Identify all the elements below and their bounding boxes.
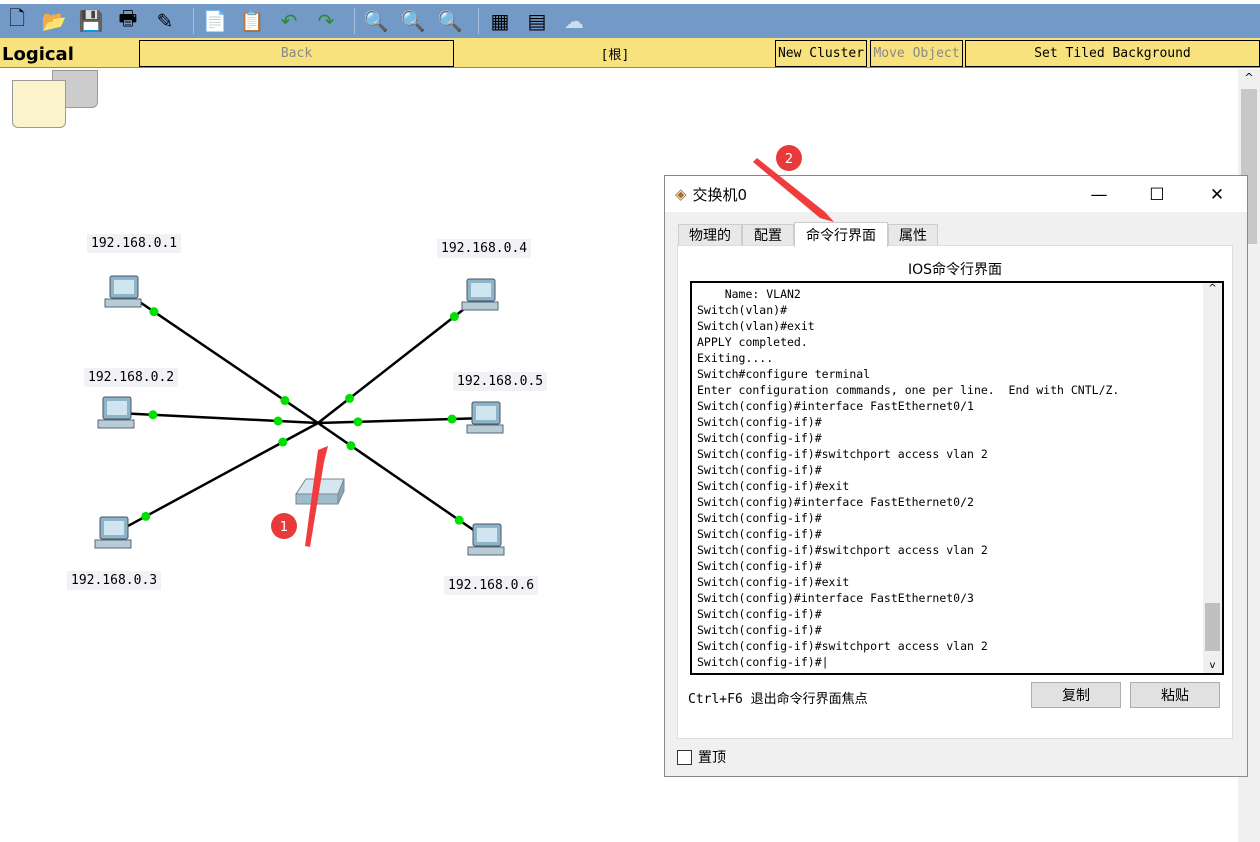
undo-icon[interactable]: ↶ [274, 6, 304, 36]
link-status-dot [346, 441, 356, 451]
pc-label: 192.168.0.3 [67, 571, 162, 590]
always-on-top-label: 置顶 [698, 750, 726, 766]
always-on-top-checkbox[interactable] [677, 749, 692, 765]
terminal-line: Switch(config-if)#switchport access vlan… [697, 543, 988, 557]
cloud-icon[interactable]: ☁ [559, 6, 589, 36]
terminal-line: Switch(config-if)#exit [697, 479, 850, 493]
terminal-line: Switch(config-if)# [697, 559, 822, 573]
pc-label: 192.168.0.4 [437, 239, 532, 258]
link-status-dot [447, 414, 457, 424]
nav-bar: Back [根] New Cluster Move Object Set Til… [0, 38, 1260, 68]
terminal-line: Switch#configure terminal [697, 367, 871, 381]
pc-label: 192.168.0.1 [87, 234, 182, 253]
logical-mode-label: Logical [2, 44, 74, 65]
copy-button[interactable]: 复制 [1031, 682, 1121, 708]
switch-dialog: ◈ 交换机0 — ☐ ✕ 物理的 配置 命令行界面 属性 IOS命令行界面 Na… [664, 175, 1248, 777]
redo-icon[interactable]: ↷ [311, 6, 341, 36]
terminal-line: Switch(config-if)# [697, 511, 822, 525]
terminal-line: Switch(config-if)# [697, 607, 822, 621]
terminal-line: Switch(config-if)#switchport access vlan… [697, 639, 988, 653]
terminal-line: Switch(config-if)# [697, 415, 822, 429]
tab-attributes[interactable]: 属性 [888, 224, 938, 246]
new-file-icon[interactable]: 🗋 [2, 6, 32, 36]
pc-icon[interactable] [466, 401, 504, 434]
close-button[interactable]: ✕ [1195, 180, 1239, 210]
pc-icon[interactable] [104, 275, 142, 308]
link-status-dot [148, 410, 158, 420]
divider [354, 8, 355, 34]
pc-icon[interactable] [97, 396, 135, 429]
link-status-dot [280, 396, 290, 406]
pc-label: 192.168.0.5 [453, 372, 548, 391]
edit-icon[interactable]: ✎ [150, 6, 180, 36]
pc-label: 192.168.0.6 [444, 576, 539, 595]
terminal-line: Switch(config-if)# [697, 527, 822, 541]
move-object-button[interactable]: Move Object [870, 40, 963, 67]
terminal-line: APPLY completed. [697, 335, 808, 349]
terminal-line: Exiting.... [697, 351, 774, 365]
pc-icon[interactable] [94, 516, 132, 549]
open-folder-icon[interactable]: 📂 [39, 6, 69, 36]
toolbar: 🗋 📂 💾 🖶 ✎ 📄 📋 ↶ ↷ 🔍 🔍 🔍 ▦ ▤ ☁ [0, 4, 1260, 38]
root-label: [根] [560, 40, 670, 67]
terminal-line: Switch(config)#interface FastEthernet0/3 [697, 591, 974, 605]
terminal-line: Switch(config-if)# [697, 431, 822, 445]
zoom-reset-icon[interactable]: 🔍 [398, 6, 428, 36]
terminal-line: Switch(config)#interface FastEthernet0/1 [697, 399, 974, 413]
link-status-dot [141, 511, 151, 521]
terminal-line: Enter configuration commands, one per li… [697, 383, 1120, 397]
tab-physical[interactable]: 物理的 [678, 224, 742, 246]
link-status-dot [149, 307, 159, 317]
focus-hint: Ctrl+F6 退出命令行界面焦点 [688, 692, 868, 707]
print-icon[interactable]: 🖶 [113, 6, 143, 36]
terminal-line: Switch(config-if)#| [697, 655, 829, 669]
cli-panel: IOS命令行界面 Name: VLAN2 Switch(vlan)# Switch(… [677, 245, 1233, 739]
save-icon[interactable]: 💾 [76, 6, 106, 36]
divider [478, 8, 479, 34]
link-status-dot [449, 312, 459, 322]
pc-icon[interactable] [461, 278, 499, 311]
terminal-line: Switch(config-if)#switchport access vlan… [697, 447, 988, 461]
switch-icon: ◈ [675, 185, 687, 203]
link-status-dot [345, 393, 355, 403]
paste-icon[interactable]: 📋 [237, 6, 267, 36]
network-link[interactable] [117, 411, 319, 425]
set-tiled-background-button[interactable]: Set Tiled Background [965, 40, 1260, 67]
link-status-dot [353, 417, 363, 427]
tab-config[interactable]: 配置 [742, 224, 794, 246]
maximize-button[interactable]: ☐ [1135, 180, 1179, 210]
paste-button[interactable]: 粘贴 [1130, 682, 1220, 708]
network-link[interactable] [317, 416, 488, 425]
terminal-scrollbar[interactable]: ^ v [1203, 283, 1222, 673]
tab-cli[interactable]: 命令行界面 [794, 222, 888, 247]
switch-icon[interactable] [295, 478, 345, 505]
pc-label: 192.168.0.2 [84, 368, 179, 387]
dialog-title: 交换机0 [692, 185, 748, 204]
terminal-line: Switch(config-if)# [697, 623, 822, 637]
cli-heading: IOS命令行界面 [907, 262, 1003, 278]
palette-icon[interactable]: ▦ [485, 6, 515, 36]
link-status-dot [454, 515, 464, 525]
zoom-in-icon[interactable]: 🔍 [361, 6, 391, 36]
link-status-dot [278, 437, 288, 447]
pc-icon[interactable] [467, 523, 505, 556]
device-icon[interactable]: ▤ [522, 6, 552, 36]
minimize-button[interactable]: — [1077, 180, 1121, 210]
terminal-line: Switch(config-if)# [697, 463, 822, 477]
terminal-line: Switch(vlan)# [697, 303, 788, 317]
new-cluster-button[interactable]: New Cluster [775, 40, 867, 67]
terminal-line: Name: VLAN2 [697, 287, 801, 301]
cli-terminal[interactable]: Name: VLAN2 Switch(vlan)# Switch(vlan)#exi… [690, 281, 1224, 675]
zoom-out-icon[interactable]: 🔍 [435, 6, 465, 36]
terminal-line: Switch(vlan)#exit [697, 319, 815, 333]
terminal-line: Switch(config-if)#exit [697, 575, 850, 589]
terminal-line: Switch(config)#interface FastEthernet0/2 [697, 495, 974, 509]
back-button[interactable]: Back [139, 40, 454, 67]
divider [193, 8, 194, 34]
copy-icon[interactable]: 📄 [200, 6, 230, 36]
link-status-dot [273, 416, 283, 426]
always-on-top[interactable]: 置顶 [677, 747, 726, 767]
